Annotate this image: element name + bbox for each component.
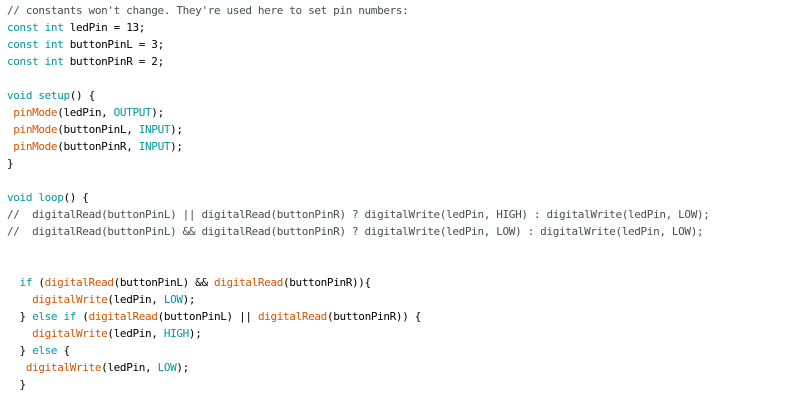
code-text: (ledPin, [57,106,114,119]
code-text: (ledPin, [101,361,158,374]
code-text: (ledPin, [107,327,164,340]
code-line[interactable]: } else if (digitalRead(buttonPinL) || di… [7,308,422,325]
code-line[interactable]: void setup() { [7,87,95,104]
code-keyword: if [19,276,33,289]
code-keyword: int [44,38,64,51]
code-line[interactable]: } [7,155,14,172]
code-keyword: INPUT [138,140,171,153]
code-function: digitalWrite [25,361,102,374]
code-text: ); [151,106,164,119]
code-keyword: if [63,310,77,323]
code-text: { [57,344,70,357]
code-line[interactable]: pinMode(ledPin, OUTPUT); [7,104,164,121]
code-line[interactable]: } else { [7,342,71,359]
code-line[interactable]: if (digitalRead(buttonPinL) && digitalRe… [7,274,372,291]
code-text: buttonPinL = 3; [63,38,164,51]
code-line[interactable]: const int buttonPinR = 2; [7,53,164,70]
code-text: ); [188,327,202,340]
code-text: buttonPinR = 2; [63,55,164,68]
code-line[interactable]: const int ledPin = 13; [7,19,145,36]
code-comment: // digitalRead(buttonPinL) || digitalRea… [7,208,710,221]
code-text: ( [76,310,89,323]
code-function: digitalRead [88,310,158,323]
code-keyword: void [7,89,33,102]
code-text: ); [170,140,183,153]
code-line[interactable]: digitalWrite(ledPin, LOW); [7,291,195,308]
code-line[interactable]: digitalWrite(ledPin, HIGH); [7,325,202,342]
code-line[interactable]: // digitalRead(buttonPinL) || digitalRea… [7,206,710,223]
code-keyword: else [32,310,58,323]
code-function: digitalRead [214,276,284,289]
code-text: (buttonPinR)){ [283,276,371,289]
code-keyword: const [7,38,39,51]
code-text: (ledPin, [107,293,164,306]
code-text: } [7,378,27,391]
code-function: digitalRead [44,276,114,289]
code-text: } [7,157,14,170]
code-function: pinMode [13,140,58,153]
code-line[interactable]: void loop() { [7,189,89,206]
code-text: (buttonPinR, [57,140,139,153]
code-keyword: const [7,21,39,34]
code-line[interactable]: pinMode(buttonPinL, INPUT); [7,121,183,138]
code-text: ); [176,361,189,374]
code-text: } [7,310,33,323]
code-comment: // digitalRead(buttonPinL) && digitalRea… [7,225,704,238]
code-text: ); [170,123,183,136]
code-text: (buttonPinL) && [113,276,215,289]
code-editor[interactable]: // constants won't change. They're used … [0,0,806,402]
code-text: (buttonPinR)) { [326,310,422,323]
code-keyword: void [7,191,33,204]
code-line[interactable]: pinMode(buttonPinR, INPUT); [7,138,183,155]
code-keyword: setup [38,89,70,102]
code-function: pinMode [13,106,58,119]
code-line[interactable]: // digitalRead(buttonPinL) && digitalRea… [7,223,704,240]
code-line[interactable]: digitalWrite(ledPin, LOW); [7,359,189,376]
code-text: (buttonPinL) || [157,310,258,323]
code-text: ); [182,293,196,306]
code-function: pinMode [13,123,58,136]
code-comment: // constants won't change. They're used … [7,4,409,17]
code-keyword: int [44,21,64,34]
code-keyword: loop [38,191,64,204]
code-text: () { [63,191,89,204]
code-keyword: else [32,344,58,357]
code-function: digitalWrite [32,293,108,306]
code-text: ledPin = 13; [63,21,146,34]
code-keyword: LOW [163,293,183,306]
code-text: (buttonPinL, [57,123,139,136]
code-line[interactable]: } [7,376,27,393]
code-text: () { [69,89,95,102]
code-keyword: int [44,55,64,68]
code-keyword: OUTPUT [113,106,152,119]
code-function: digitalRead [257,310,327,323]
code-text: } [7,344,33,357]
code-line[interactable]: const int buttonPinL = 3; [7,36,164,53]
code-keyword: const [7,55,39,68]
code-keyword: LOW [157,361,177,374]
code-text: ( [32,276,45,289]
code-keyword: HIGH [163,327,189,340]
code-keyword: INPUT [138,123,171,136]
code-line[interactable]: // constants won't change. They're used … [7,2,409,19]
code-function: digitalWrite [32,327,108,340]
